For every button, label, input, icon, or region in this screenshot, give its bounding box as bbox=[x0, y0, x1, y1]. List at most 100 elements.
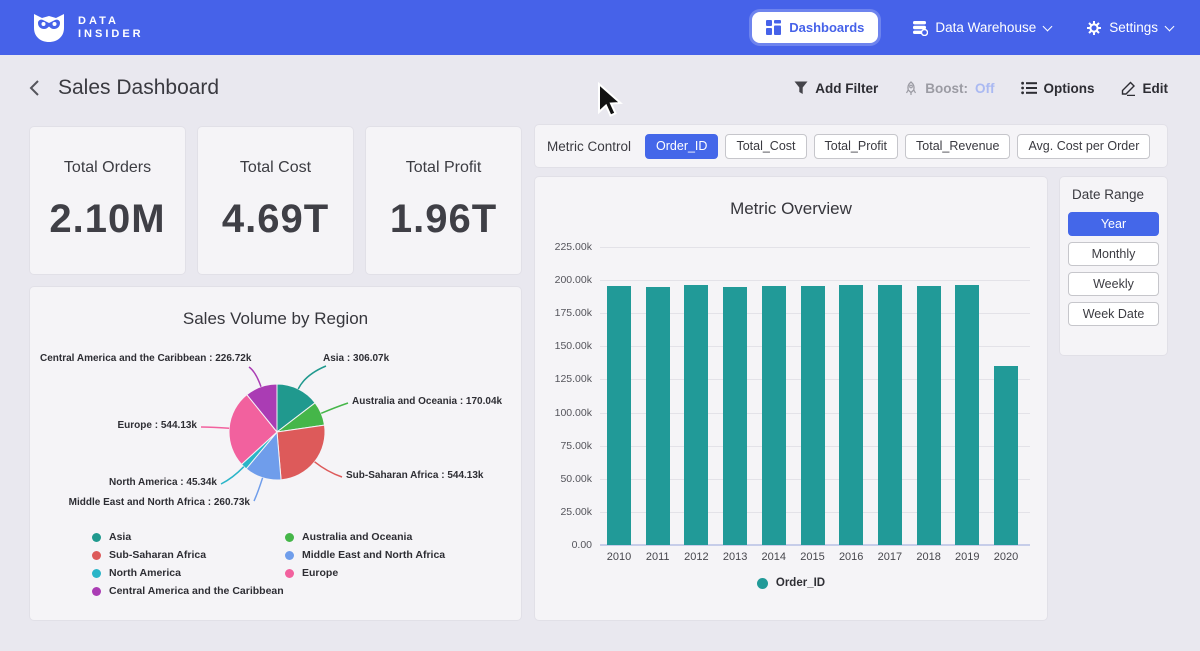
bar-2015 bbox=[801, 286, 825, 545]
page-header: Sales Dashboard Add Filter Boost: Off Op bbox=[0, 55, 1200, 121]
date-range-panel: Date Range Year Monthly Weekly Week Date bbox=[1060, 177, 1167, 355]
options-button[interactable]: Options bbox=[1021, 81, 1095, 96]
pie-leader-line bbox=[315, 462, 342, 477]
bar-2018 bbox=[917, 286, 941, 545]
x-axis-tick: 2019 bbox=[947, 551, 987, 563]
date-range-monthly[interactable]: Monthly bbox=[1068, 242, 1159, 266]
brand: DATA INSIDER bbox=[30, 11, 144, 44]
x-axis-tick: 2010 bbox=[599, 551, 639, 563]
bar-2010 bbox=[607, 286, 631, 545]
metric-option-order-id[interactable]: Order_ID bbox=[645, 134, 718, 159]
y-axis-tick: 150.00k bbox=[538, 340, 592, 352]
chevron-left-icon bbox=[28, 79, 42, 97]
bar-2011 bbox=[646, 287, 670, 545]
page-title: Sales Dashboard bbox=[58, 76, 219, 100]
sales-volume-by-region-card: Sales Volume by Region Asia : 306.07kAus… bbox=[30, 287, 521, 620]
date-range-year[interactable]: Year bbox=[1068, 212, 1159, 236]
nav-data-warehouse-label: Data Warehouse bbox=[935, 20, 1036, 35]
gridline bbox=[600, 280, 1030, 281]
pie-legend-item-middle-east-and-north-africa: Middle East and North Africa bbox=[285, 549, 445, 561]
x-axis-tick: 2014 bbox=[754, 551, 794, 563]
x-axis-tick: 2013 bbox=[715, 551, 755, 563]
metric-control-options: Order_ID Total_Cost Total_ProfitTotal_Reve… bbox=[645, 134, 1150, 159]
boost-label: Boost: bbox=[925, 81, 968, 96]
kpi-value: 2.10M bbox=[49, 197, 165, 242]
add-filter-label: Add Filter bbox=[815, 81, 878, 96]
legend-dot bbox=[285, 533, 294, 542]
boost-toggle[interactable]: Boost: Off bbox=[904, 81, 994, 96]
pie-label-asia: Asia : 306.07k bbox=[323, 353, 493, 364]
legend-label-order-id: Order_ID bbox=[776, 577, 825, 589]
metric-control-bar: Metric Control Order_IDTotal_CostTotal_P… bbox=[535, 125, 1167, 167]
pie-label-europe: Europe : 544.13k bbox=[55, 420, 197, 431]
y-axis-tick: 125.00k bbox=[538, 373, 592, 385]
pie-leader-line bbox=[249, 367, 261, 387]
date-range-weekly[interactable]: Weekly bbox=[1068, 272, 1159, 296]
bar-2017 bbox=[878, 285, 902, 545]
y-axis-tick: 200.00k bbox=[538, 274, 592, 286]
nav-data-warehouse-button[interactable]: Data Warehouse bbox=[912, 20, 1052, 36]
pie-leader-line bbox=[298, 366, 326, 389]
y-axis-tick: 50.00k bbox=[538, 473, 592, 485]
metric-overview-chart-card: Metric Overview 0.0025.00k50.00k75.00k10… bbox=[535, 177, 1047, 620]
nav-settings-button[interactable]: Settings bbox=[1086, 20, 1174, 36]
legend-dot bbox=[285, 569, 294, 578]
owl-logo-icon bbox=[30, 11, 68, 44]
bar-plot: 0.0025.00k50.00k75.00k100.00k125.00k150.… bbox=[600, 247, 1030, 545]
bar-2012 bbox=[684, 285, 708, 545]
nav-dashboards-button[interactable]: Dashboards bbox=[752, 12, 878, 43]
date-range-week-date[interactable]: Week Date bbox=[1068, 302, 1159, 326]
date-range-title: Date Range bbox=[1072, 187, 1159, 202]
chevron-down-icon bbox=[1043, 21, 1052, 30]
x-axis-tick: 2011 bbox=[638, 551, 678, 563]
bar-chart-title: Metric Overview bbox=[535, 199, 1047, 219]
x-axis-tick: 2020 bbox=[986, 551, 1026, 563]
legend-label: Central America and the Caribbean bbox=[109, 585, 284, 597]
pencil-icon bbox=[1121, 81, 1136, 96]
x-axis-tick: 2016 bbox=[831, 551, 871, 563]
edit-button[interactable]: Edit bbox=[1121, 81, 1169, 96]
pie-legend-item-north-america: North America bbox=[92, 567, 284, 579]
pie-label-australia-and-oceania: Australia and Oceania : 170.04k bbox=[352, 396, 520, 407]
legend-label: Middle East and North Africa bbox=[302, 549, 445, 561]
pie-legend-column-2: Australia and Oceania Middle East and Nor… bbox=[285, 531, 445, 579]
kpi-card-total-orders: Total Orders 2.10M bbox=[30, 127, 185, 274]
x-axis-tick: 2018 bbox=[909, 551, 949, 563]
legend-label: Australia and Oceania bbox=[302, 531, 412, 543]
metric-option-avg-cost-per-order[interactable]: Avg. Cost per Order bbox=[1017, 134, 1150, 159]
back-button[interactable] bbox=[28, 79, 42, 97]
legend-dot bbox=[285, 551, 294, 560]
bar-2014 bbox=[762, 286, 786, 545]
y-axis-tick: 0.00 bbox=[538, 539, 592, 551]
date-range-options: Year Monthly Weekly Week Date bbox=[1068, 212, 1159, 326]
nav-settings-label: Settings bbox=[1109, 20, 1158, 35]
pie-leader-line bbox=[221, 467, 244, 484]
kpi-card-total-cost: Total Cost 4.69T bbox=[198, 127, 353, 274]
chevron-down-icon bbox=[1165, 21, 1174, 30]
pie-legend-item-asia: Asia bbox=[92, 531, 284, 543]
metric-option-total-profit[interactable]: Total_Profit bbox=[814, 134, 899, 159]
bar-2016 bbox=[839, 285, 863, 545]
legend-label: Asia bbox=[109, 531, 131, 543]
add-filter-button[interactable]: Add Filter bbox=[794, 81, 878, 96]
metric-option-total-cost[interactable]: Total_Cost bbox=[725, 134, 806, 159]
rocket-icon bbox=[904, 81, 918, 96]
pie-label-middle-east-and-north-africa: Middle East and North Africa : 260.73k bbox=[50, 497, 250, 508]
brand-line2: INSIDER bbox=[78, 28, 144, 41]
edit-label: Edit bbox=[1143, 81, 1169, 96]
metric-option-total-revenue[interactable]: Total_Revenue bbox=[905, 134, 1010, 159]
x-axis-tick: 2012 bbox=[676, 551, 716, 563]
legend-dot bbox=[92, 587, 101, 596]
pie-label-central-america-and-the-caribbean: Central America and the Caribbean : 226.… bbox=[40, 353, 245, 364]
legend-dot-order-id bbox=[757, 578, 768, 589]
legend-dot bbox=[92, 569, 101, 578]
boost-state: Off bbox=[975, 81, 995, 96]
pie-leader-line bbox=[321, 403, 348, 413]
options-label: Options bbox=[1044, 81, 1095, 96]
gear-icon bbox=[1086, 20, 1102, 36]
pie-legend-item-sub-saharan-africa: Sub-Saharan Africa bbox=[92, 549, 284, 561]
x-axis-tick: 2017 bbox=[870, 551, 910, 563]
legend-dot bbox=[92, 533, 101, 542]
nav-dashboards-label: Dashboards bbox=[789, 20, 864, 35]
dashboard-grid-icon bbox=[766, 20, 781, 35]
